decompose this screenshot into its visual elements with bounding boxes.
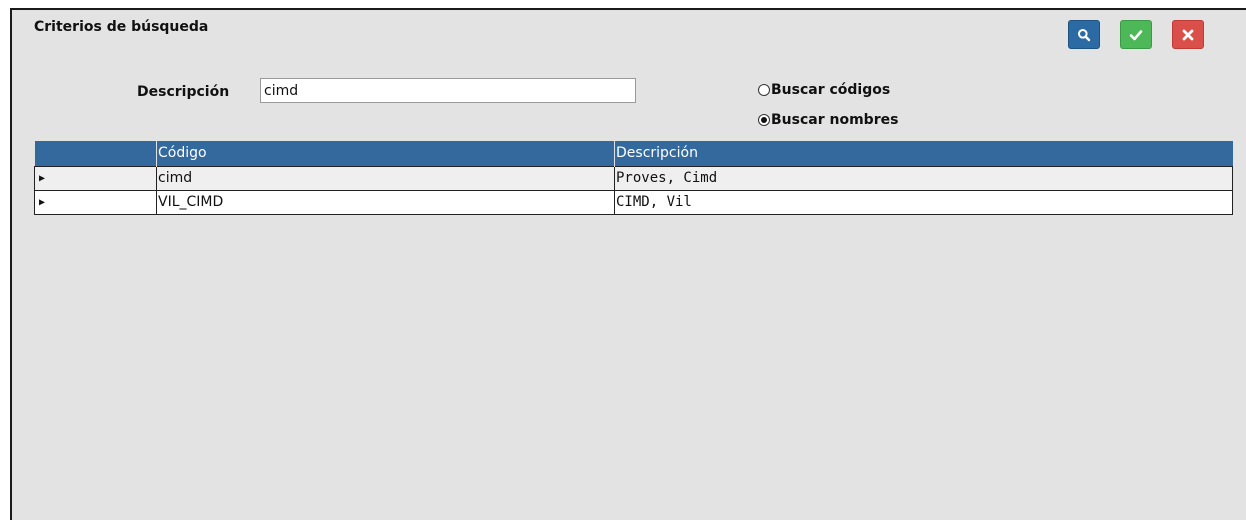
search-names-label: Buscar nombres	[771, 112, 899, 128]
search-codes-radio[interactable]	[758, 84, 770, 96]
table-row[interactable]: ▶ VIL_CIMD CIMD, Vil	[34, 189, 1233, 215]
search-names-option[interactable]: Buscar nombres	[758, 110, 898, 130]
row-indicator-icon: ▶	[34, 165, 157, 191]
search-codes-label: Buscar códigos	[771, 82, 891, 98]
search-codes-option[interactable]: Buscar códigos	[758, 80, 890, 100]
description-label: Descripción	[137, 84, 230, 100]
cell-code[interactable]: cimd	[156, 165, 615, 191]
header-description[interactable]: Descripción	[614, 141, 1233, 166]
table-row[interactable]: ▶ cimd Proves, Cimd	[34, 165, 1233, 191]
check-icon	[1129, 29, 1143, 40]
results-grid: Código Descripción ▶ cimd Proves, Cimd ▶…	[34, 141, 1233, 215]
search-icon	[1078, 28, 1091, 41]
description-input[interactable]	[260, 78, 636, 103]
accept-button[interactable]	[1120, 20, 1152, 49]
cell-description[interactable]: Proves, Cimd	[614, 165, 1233, 191]
grid-header-row: Código Descripción	[34, 141, 1233, 166]
cancel-button[interactable]	[1172, 20, 1204, 49]
search-names-radio[interactable]	[758, 114, 770, 126]
header-indicator	[34, 141, 157, 166]
cell-code[interactable]: VIL_CIMD	[156, 189, 615, 215]
panel-title: Criterios de búsqueda	[34, 19, 209, 35]
row-indicator-icon: ▶	[34, 189, 157, 215]
header-code[interactable]: Código	[156, 141, 615, 166]
close-icon	[1182, 29, 1194, 40]
search-criteria-panel: Criterios de búsqueda Descripción Buscar…	[10, 8, 1246, 520]
cell-description[interactable]: CIMD, Vil	[614, 189, 1233, 215]
search-button[interactable]	[1068, 20, 1100, 49]
